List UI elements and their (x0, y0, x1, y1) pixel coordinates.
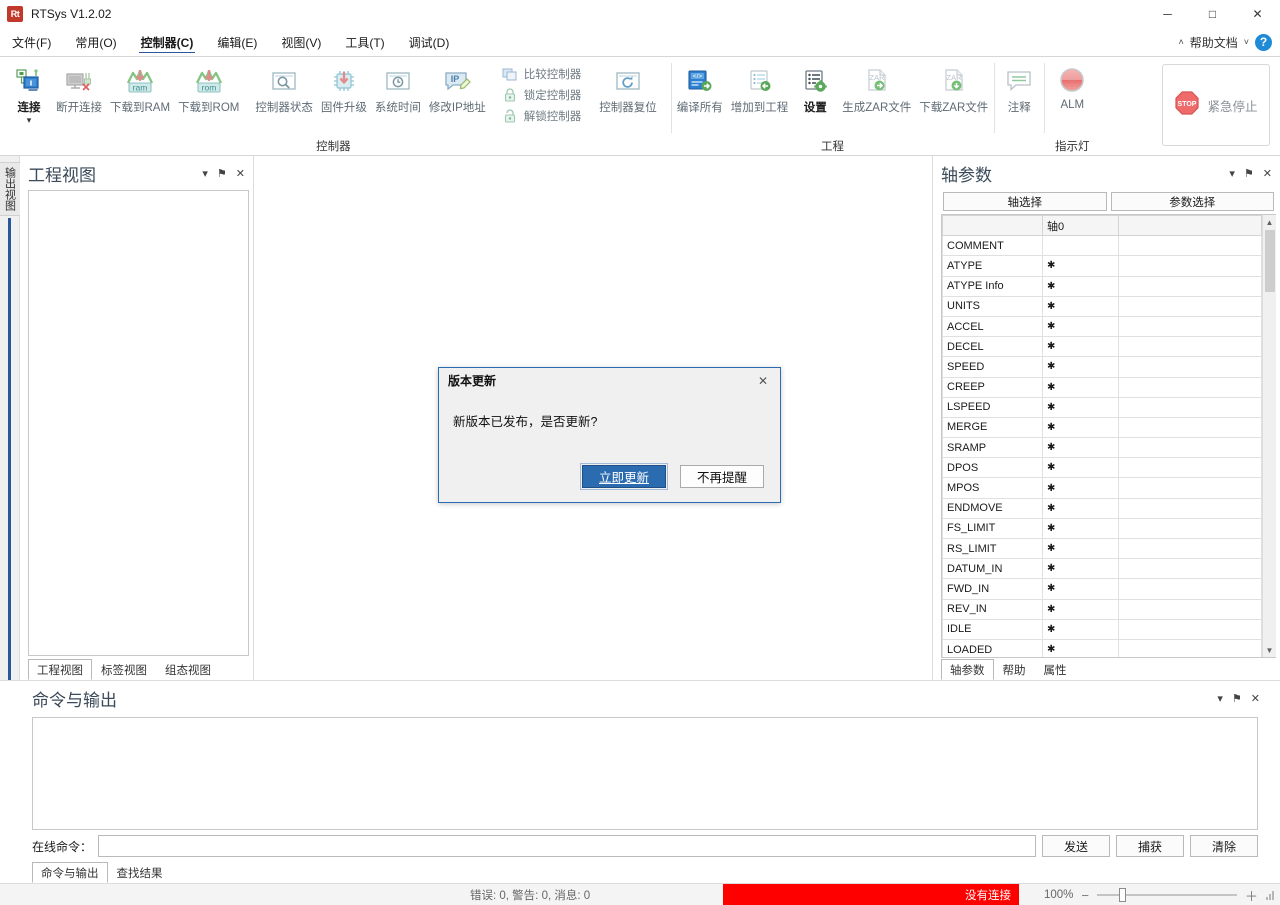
dialog-overlay: 版本更新 ✕ 新版本已发布，是否更新? 立即更新 不再提醒 (0, 0, 1280, 905)
dialog-title: 版本更新 (448, 374, 497, 388)
dialog-footer: 立即更新 不再提醒 (439, 463, 780, 502)
update-now-label: 立即更新 (598, 471, 649, 485)
dialog-message: 新版本已发布，是否更新? (453, 415, 598, 429)
dont-remind-button[interactable]: 不再提醒 (680, 465, 764, 488)
dialog-close-icon[interactable]: ✕ (752, 371, 774, 391)
dialog-body: 新版本已发布，是否更新? (439, 393, 780, 465)
version-update-dialog: 版本更新 ✕ 新版本已发布，是否更新? 立即更新 不再提醒 (438, 367, 781, 503)
update-now-button[interactable]: 立即更新 (580, 463, 668, 490)
dialog-title-bar: 版本更新 ✕ (439, 368, 780, 393)
rtsys-application-window: Rt RTSys V1.2.02 ─ □ ✕ 文件(F) 常用(O) 控制器(C… (0, 0, 1280, 905)
